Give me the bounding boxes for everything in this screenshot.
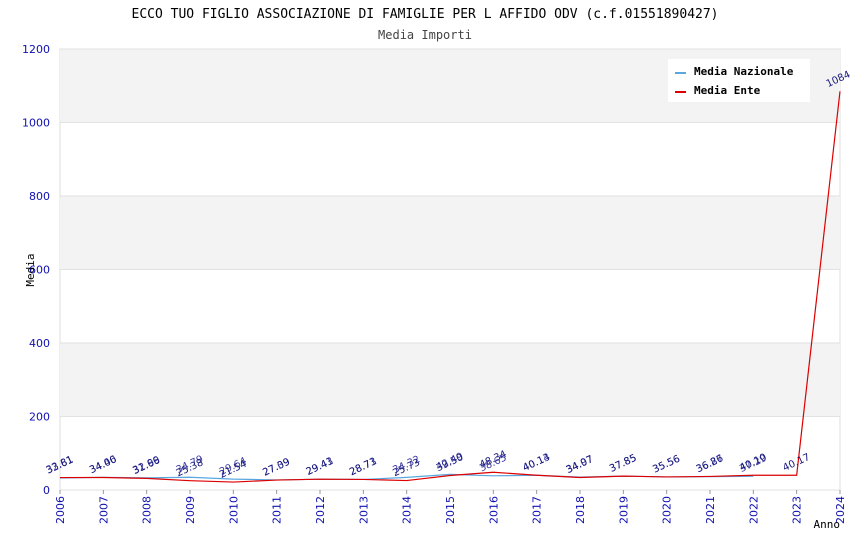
grid-band: [60, 196, 840, 270]
x-tick-label: 2007: [97, 496, 110, 524]
legend-label-media-ente: Media Ente: [694, 84, 761, 97]
x-tick-label: 2006: [54, 496, 67, 524]
x-tick-label: 2014: [401, 496, 414, 524]
y-tick-label: 1000: [22, 117, 50, 130]
x-tick-label: 2011: [271, 496, 284, 524]
x-tick-label: 2015: [444, 496, 457, 524]
chart-svg: ECCO TUO FIGLIO ASSOCIAZIONE DI FAMIGLIE…: [22, 7, 850, 531]
x-tick-label: 2016: [487, 496, 500, 524]
x-tick-label: 2020: [661, 496, 674, 524]
x-tick-label: 2008: [141, 496, 154, 524]
chart-title: ECCO TUO FIGLIO ASSOCIAZIONE DI FAMIGLIE…: [132, 7, 719, 22]
y-axis-label: Media: [24, 253, 37, 286]
x-tick-label: 2017: [531, 496, 544, 524]
x-axis-label: Anno: [814, 518, 841, 531]
x-tick-label: 2010: [227, 496, 240, 524]
y-tick-label: 200: [29, 411, 50, 424]
x-tick-label: 2023: [791, 496, 804, 524]
y-tick-label: 400: [29, 337, 50, 350]
y-tick-label: 800: [29, 190, 50, 203]
y-tick-label: 1200: [22, 43, 50, 56]
legend: Media Nazionale Media Ente: [668, 59, 810, 102]
x-tick-label: 2012: [314, 496, 327, 524]
x-tick-label: 2019: [617, 496, 630, 524]
x-tick-label: 2018: [574, 496, 587, 524]
x-tick-label: 2013: [357, 496, 370, 524]
x-tick-label: 2009: [184, 496, 197, 524]
grid-band: [60, 343, 840, 417]
y-tick-label: 0: [43, 484, 50, 497]
x-tick-label: 2022: [747, 496, 760, 524]
x-tick-label: 2021: [704, 496, 717, 524]
legend-label-media-nazionale: Media Nazionale: [694, 65, 794, 78]
chart-subtitle: Media Importi: [378, 28, 472, 42]
x-axis-ticks: 2006 2007 2008 2009 2010 2011 2012 2013 2014 2015…: [54, 490, 847, 524]
